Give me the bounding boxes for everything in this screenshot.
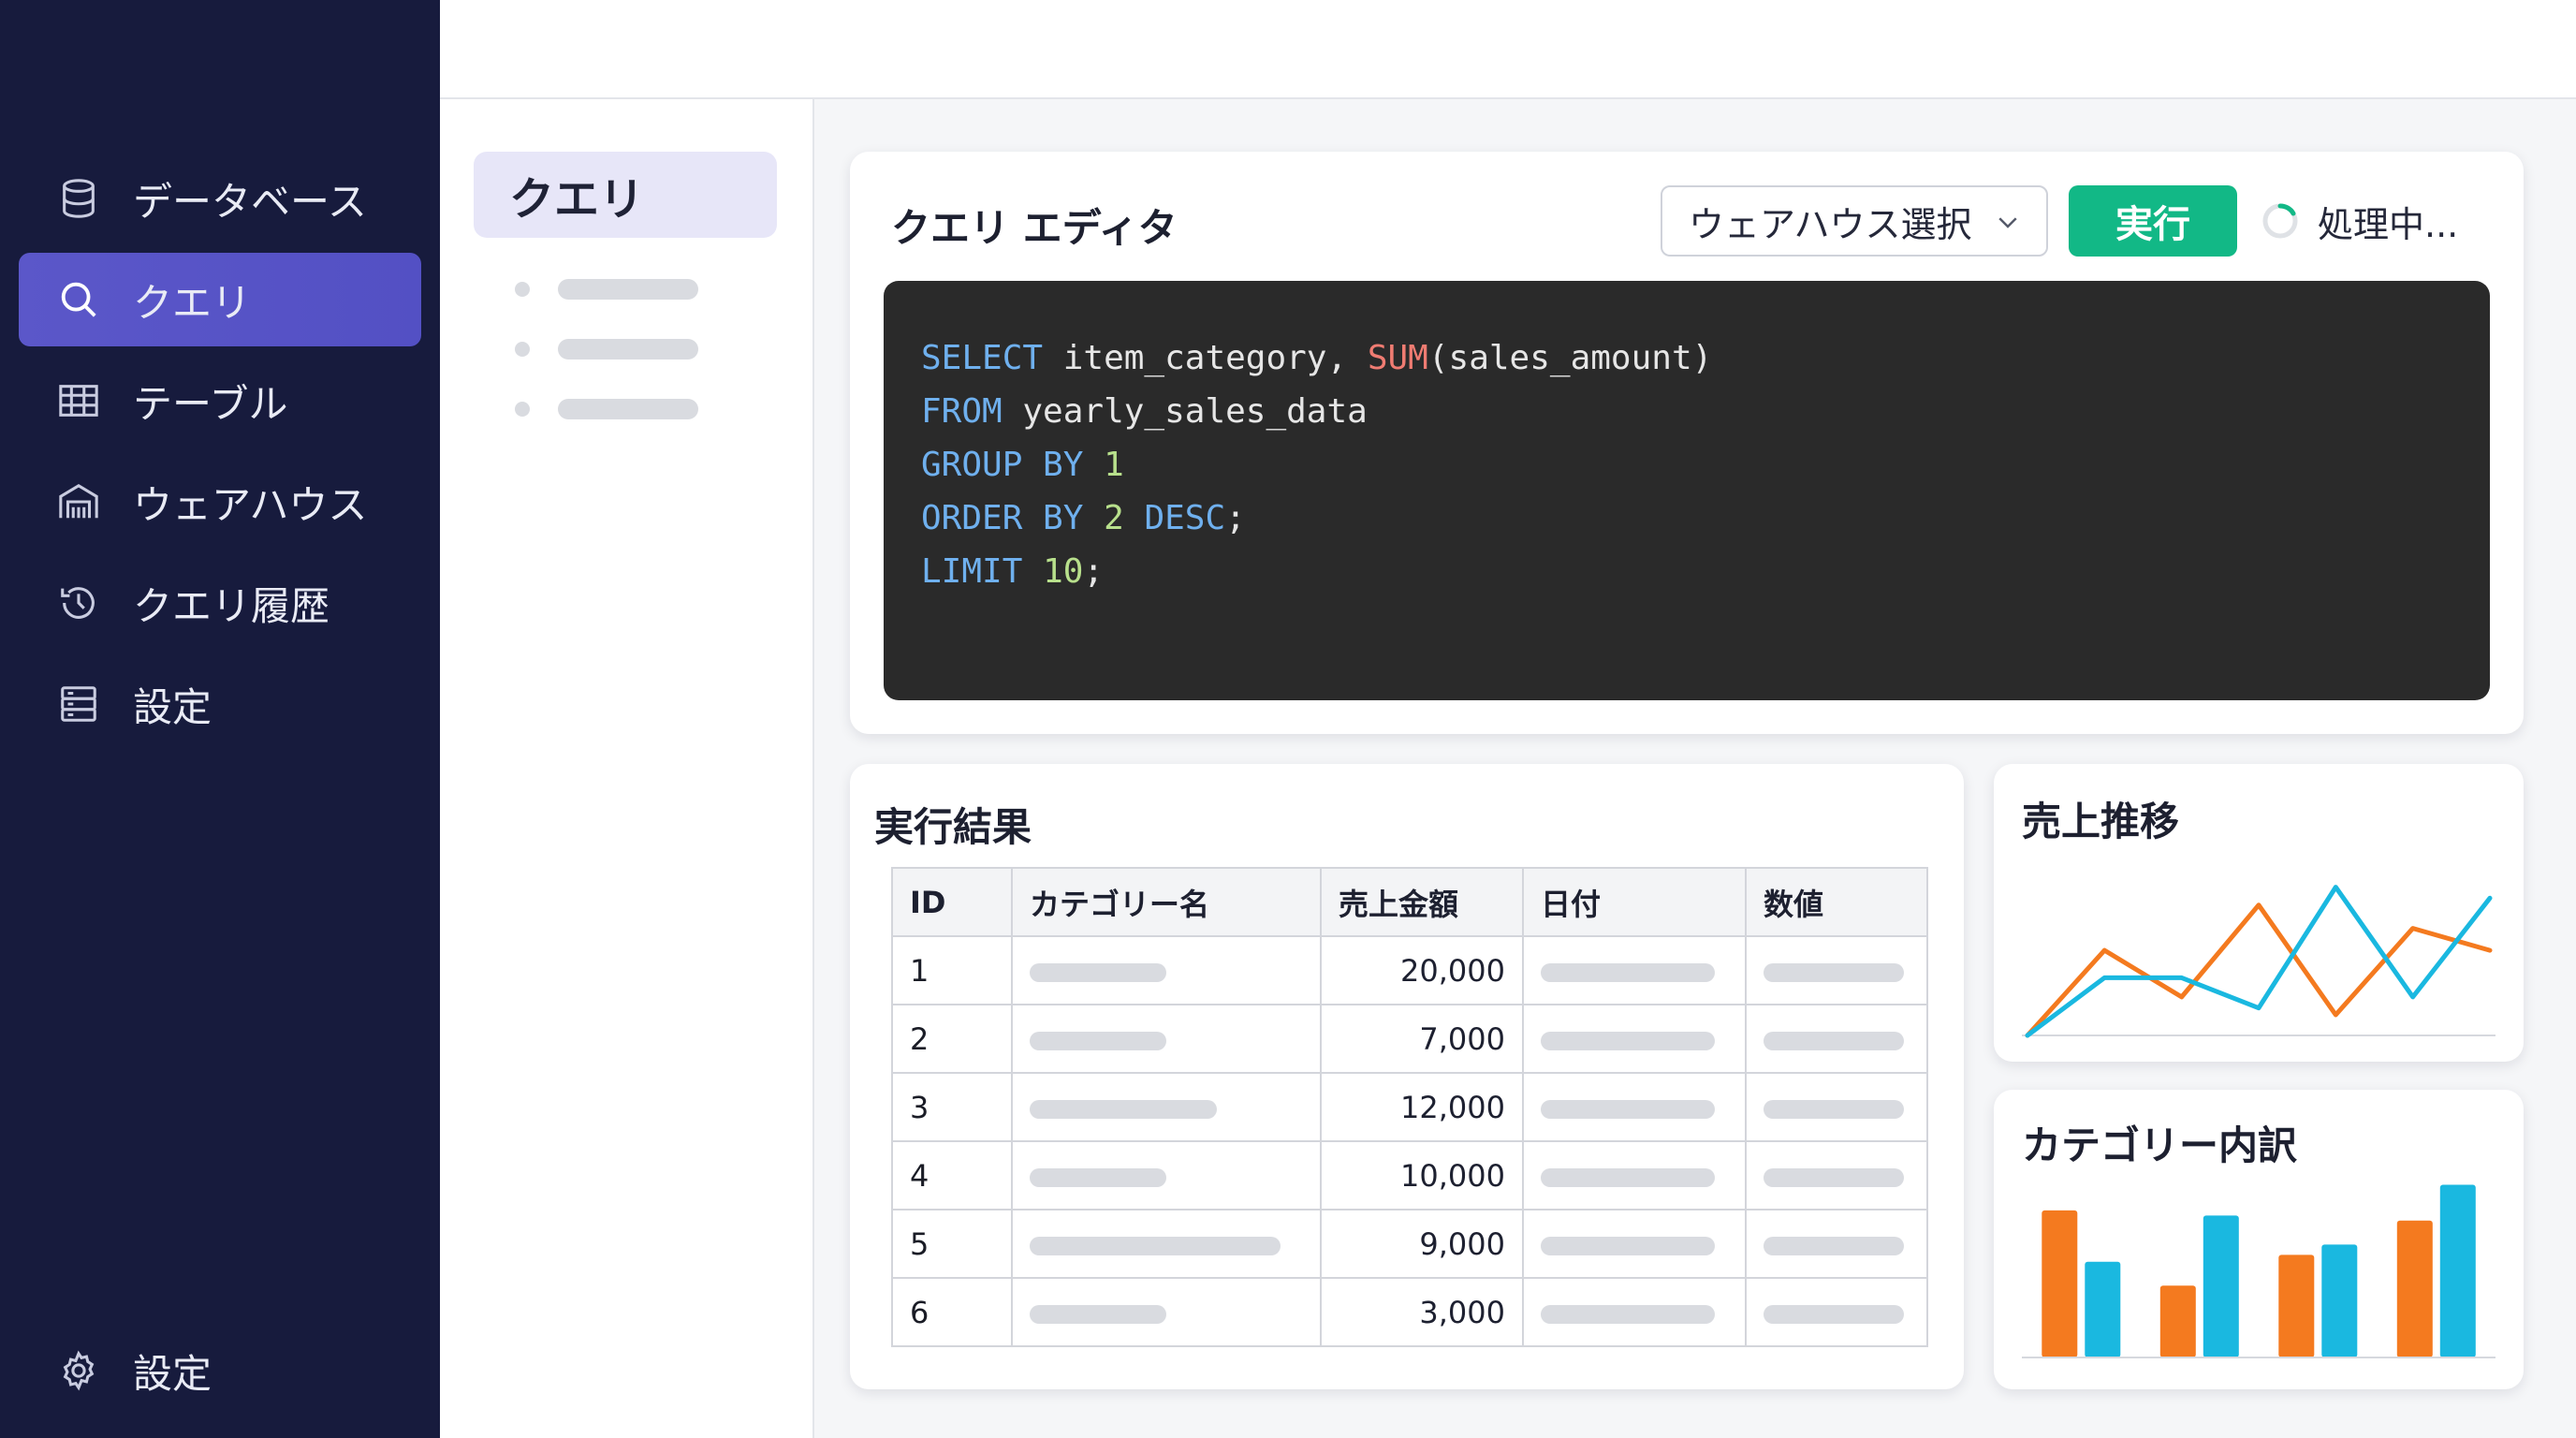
subpanel-title[interactable]: クエリ — [474, 152, 777, 238]
cell-date — [1522, 935, 1747, 1005]
cell-date — [1522, 1209, 1747, 1279]
sql-code-editor[interactable]: SELECT item_category, SUM(sales_amount) … — [884, 281, 2490, 700]
category-bar — [2159, 1285, 2196, 1357]
cell-date — [1522, 1004, 1747, 1074]
table-row[interactable]: 4 10,000 — [891, 1140, 1928, 1211]
cell-id: 4 — [891, 1140, 1013, 1211]
sidebar-item-label: テーブル — [133, 380, 288, 427]
table-icon — [54, 376, 103, 425]
table-row[interactable]: 2 7,000 — [891, 1004, 1928, 1074]
sidebar-item-label: クエリ履歴 — [133, 582, 330, 629]
category-bar — [2439, 1184, 2476, 1357]
warehouse-select[interactable]: ウェアハウス選択 — [1661, 185, 2048, 257]
cell-value — [1745, 1072, 1928, 1142]
sidebar-item-label: データベース — [133, 178, 367, 225]
sales-trend-chart — [2022, 885, 2496, 1038]
top-bar — [440, 0, 2576, 99]
cell-value — [1745, 1277, 1928, 1347]
column-header[interactable]: 日付 — [1522, 867, 1747, 937]
subpanel-item[interactable] — [515, 279, 698, 300]
table-row[interactable]: 6 3,000 — [891, 1277, 1928, 1347]
sidebar-item-label: 設定 — [133, 683, 212, 730]
results-title: 実行結果 — [874, 804, 1032, 850]
history-icon — [54, 579, 103, 627]
cell-category — [1011, 1209, 1322, 1279]
cell-date — [1522, 1072, 1747, 1142]
cell-category — [1011, 935, 1322, 1005]
table-row[interactable]: 1 20,000 — [891, 935, 1928, 1005]
table-row[interactable]: 3 12,000 — [891, 1072, 1928, 1142]
cell-category — [1011, 1072, 1322, 1142]
cell-id: 2 — [891, 1004, 1013, 1074]
warehouse-select-value: ウェアハウス選択 — [1689, 203, 1972, 245]
cell-amount: 7,000 — [1320, 1004, 1524, 1074]
sidebar-footer-settings[interactable]: 設定 — [19, 1324, 421, 1417]
cell-id: 1 — [891, 935, 1013, 1005]
results-card: 実行結果 ID カテゴリー名 売上金額 日付 数値 1 20,000 2 7,0… — [850, 764, 1964, 1389]
cell-category — [1011, 1277, 1322, 1347]
database-icon — [54, 174, 103, 223]
results-table: ID カテゴリー名 売上金額 日付 数値 1 20,000 2 7,000 3 … — [891, 867, 1928, 1347]
sidebar-item-label: ウェアハウス — [133, 481, 368, 528]
gear-icon — [54, 1346, 103, 1395]
subpanel-item[interactable] — [515, 399, 698, 419]
cell-date — [1522, 1140, 1747, 1211]
sidebar-footer-label: 設定 — [133, 1350, 212, 1397]
column-header[interactable]: ID — [891, 867, 1013, 937]
run-button[interactable]: 実行 — [2069, 185, 2237, 257]
category-bar — [2042, 1210, 2078, 1357]
search-icon — [54, 275, 103, 324]
sidebar-item-database[interactable]: データベース — [19, 152, 421, 245]
status-text: 処理中... — [2318, 203, 2459, 245]
cell-value — [1745, 1004, 1928, 1074]
sidebar-item-warehouse[interactable]: ウェアハウス — [19, 455, 421, 549]
subpanel-item[interactable] — [515, 339, 698, 360]
category-bar — [2321, 1244, 2358, 1357]
cell-amount: 3,000 — [1320, 1277, 1524, 1347]
query-subpanel: クエリ — [440, 99, 814, 1438]
sidebar-item-query-history[interactable]: クエリ履歴 — [19, 556, 421, 650]
trend-series-line-1 — [2025, 902, 2493, 1038]
cell-amount: 12,000 — [1320, 1072, 1524, 1142]
sidebar-item-settings[interactable]: 設定 — [19, 657, 421, 751]
editor-title: クエリ エディタ — [891, 205, 1178, 251]
cell-value — [1745, 1140, 1928, 1211]
category-bar — [2085, 1261, 2121, 1357]
category-bar — [2396, 1220, 2433, 1357]
column-header[interactable]: カテゴリー名 — [1011, 867, 1322, 937]
cell-id: 3 — [891, 1072, 1013, 1142]
chevron-down-icon — [1998, 217, 2017, 228]
cell-amount: 20,000 — [1320, 935, 1524, 1005]
trend-title: 売上推移 — [2022, 799, 2180, 844]
warehouse-icon — [54, 477, 103, 526]
cell-value — [1745, 935, 1928, 1005]
sales-trend-card: 売上推移 — [1994, 764, 2524, 1062]
category-bar — [2278, 1255, 2315, 1357]
cell-date — [1522, 1277, 1747, 1347]
column-header[interactable]: 数値 — [1745, 867, 1928, 937]
column-header[interactable]: 売上金額 — [1320, 867, 1524, 937]
cell-amount: 9,000 — [1320, 1209, 1524, 1279]
cell-category — [1011, 1140, 1322, 1211]
category-breakdown-card: カテゴリー内訳 — [1994, 1090, 2524, 1389]
query-editor-card: クエリ エディタ ウェアハウス選択 実行 処理中... SELECT item_… — [850, 152, 2524, 734]
sidebar-item-label: クエリ — [133, 279, 252, 326]
cell-category — [1011, 1004, 1322, 1074]
table-row[interactable]: 5 9,000 — [891, 1209, 1928, 1279]
cell-amount: 10,000 — [1320, 1140, 1524, 1211]
category-title: カテゴリー内訳 — [2022, 1123, 2298, 1168]
sidebar: データベース クエリ テーブル ウェアハウス クエリ履歴 設定 設定 — [0, 0, 440, 1438]
cell-id: 5 — [891, 1209, 1013, 1279]
cell-id: 6 — [891, 1277, 1013, 1347]
sidebar-item-query[interactable]: クエリ — [19, 253, 421, 346]
server-settings-icon — [54, 680, 103, 728]
cell-value — [1745, 1209, 1928, 1279]
processing-status: 処理中... — [2261, 185, 2458, 257]
category-bar-chart — [2022, 1184, 2496, 1358]
sidebar-item-table[interactable]: テーブル — [19, 354, 421, 448]
spinner-icon — [2262, 203, 2298, 239]
category-bar — [2203, 1215, 2239, 1357]
